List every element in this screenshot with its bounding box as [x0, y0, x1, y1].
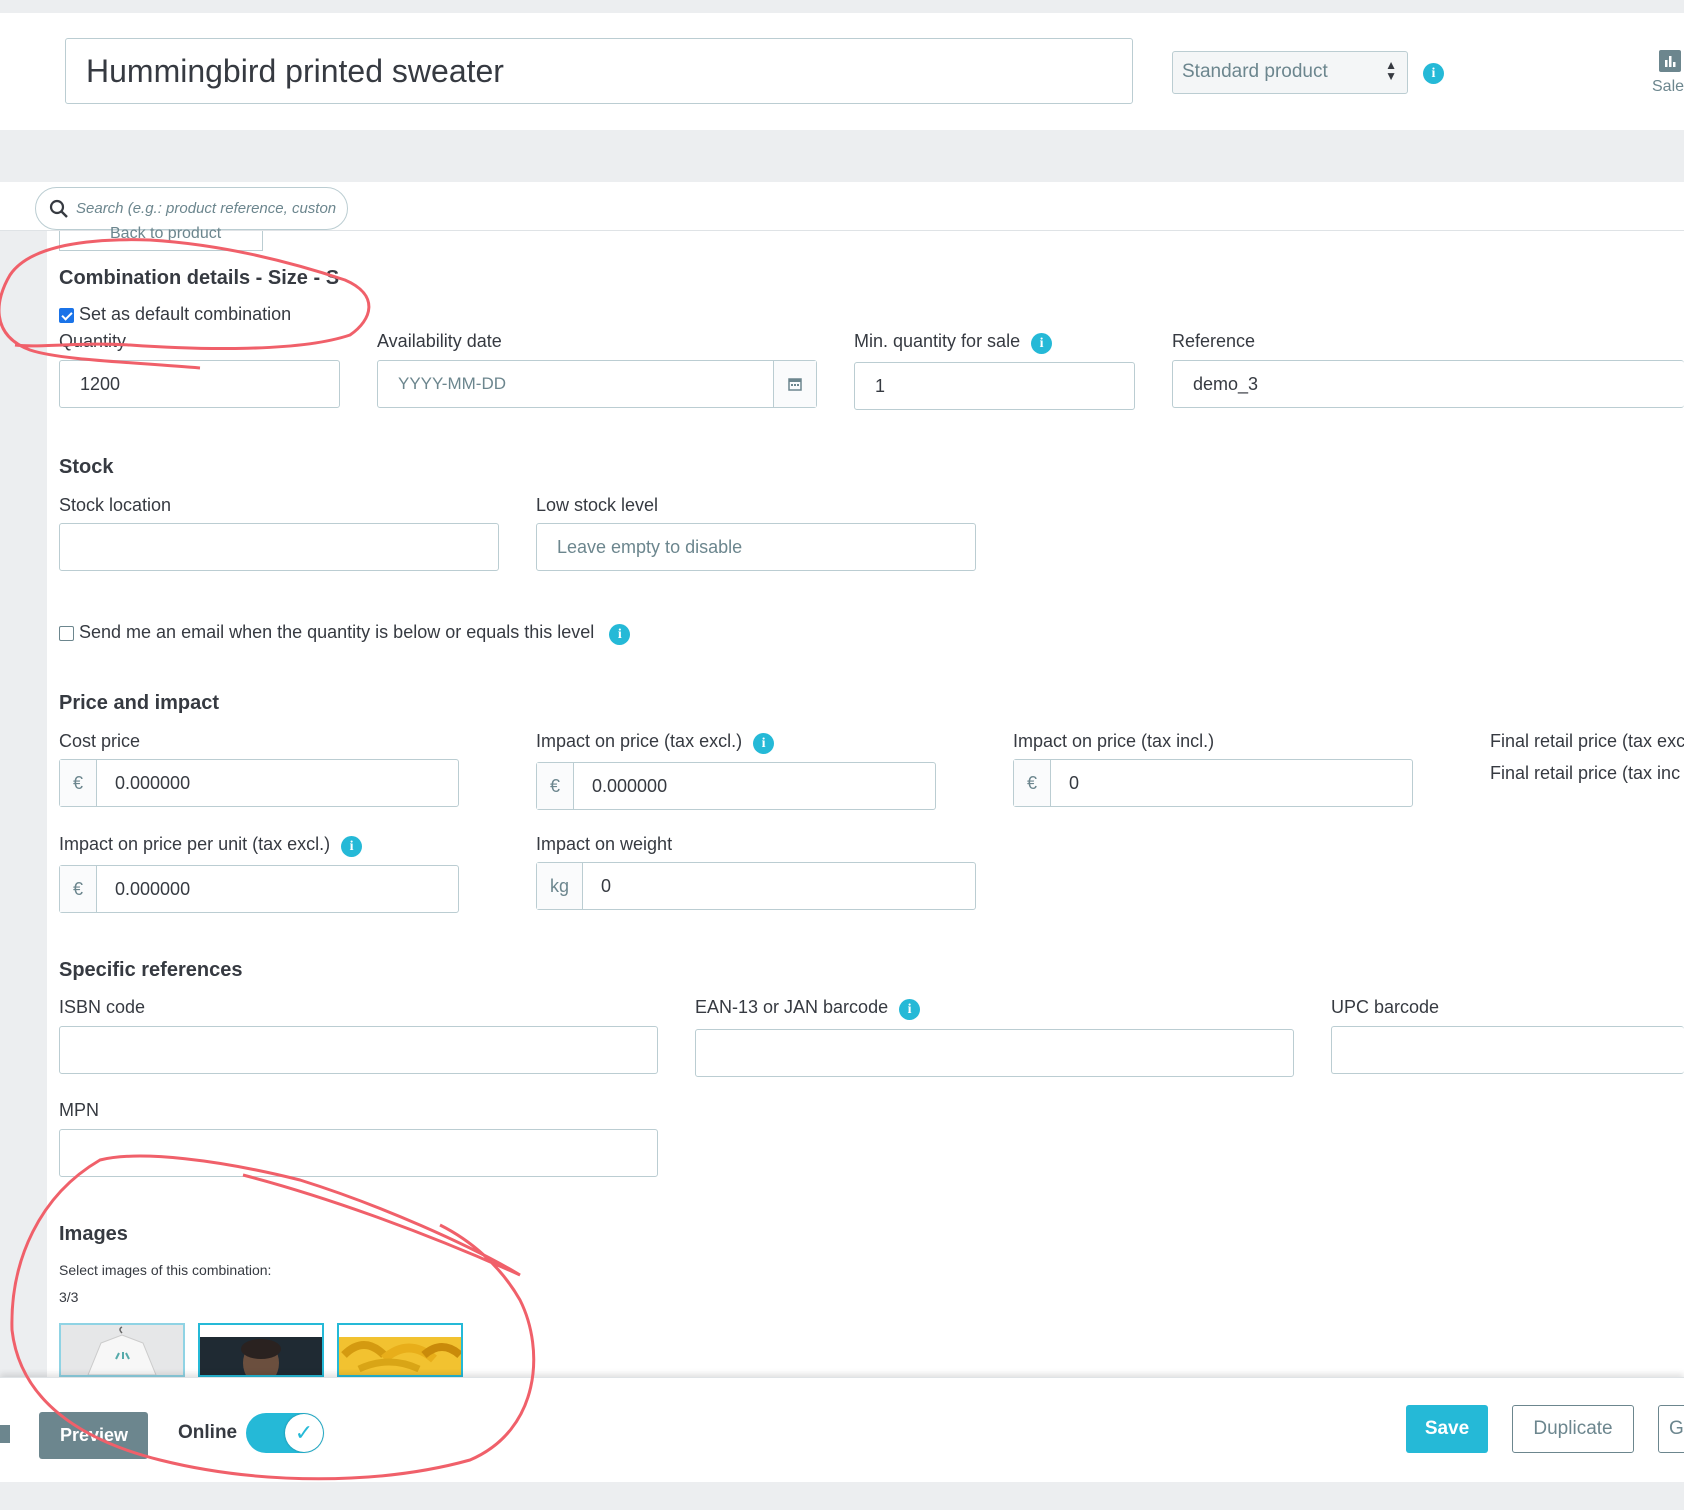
mpn-input[interactable]	[59, 1129, 658, 1177]
upc-label: UPC barcode	[1331, 997, 1440, 1017]
checkbox-unchecked-icon[interactable]	[59, 625, 74, 641]
low-stock-input[interactable]: Leave empty to disable	[536, 523, 976, 571]
min-quantity-label-text: Min. quantity for sale	[854, 331, 1021, 351]
product-type-select[interactable]: Standard product ▲ ▼	[1172, 51, 1408, 94]
info-icon[interactable]: i	[1423, 63, 1444, 84]
reference-input[interactable]: demo_3	[1172, 360, 1684, 408]
low-stock-email-label: Send me an email when the quantity is be…	[79, 622, 595, 642]
info-icon[interactable]: i	[899, 999, 921, 1020]
availability-date-label: Availability date	[377, 331, 502, 351]
weight-impact-input[interactable]: kg 0	[536, 862, 976, 910]
image-thumbnail-portrait[interactable]	[198, 1323, 324, 1377]
specific-references-title: Specific references	[59, 959, 243, 981]
quantity-label: Quantity	[59, 331, 127, 351]
left-gutter	[0, 231, 47, 1377]
availability-date-placeholder: YYYY-MM-DD	[398, 374, 506, 393]
cost-price-label: Cost price	[59, 731, 141, 751]
duplicate-button[interactable]: Duplicate	[1512, 1405, 1634, 1453]
go-to-catalog-button[interactable]: G	[1658, 1405, 1684, 1453]
upc-input[interactable]	[1331, 1026, 1684, 1074]
quantity-input[interactable]: 1200	[59, 360, 340, 408]
select-arrows-icon: ▲ ▼	[1385, 58, 1397, 83]
ean-input[interactable]	[695, 1029, 1294, 1077]
impact-excl-input[interactable]: € 0.000000	[536, 762, 936, 810]
sales-label[interactable]: Sales	[1652, 78, 1684, 96]
default-combination-label: Set as default combination	[79, 304, 292, 324]
reference-label: Reference	[1172, 331, 1256, 351]
unit-price-label: Impact on price per unit (tax excl.) i	[59, 834, 363, 857]
stock-location-input[interactable]	[59, 523, 499, 571]
currency-addon: €	[537, 763, 574, 809]
checkbox-checked-icon[interactable]	[59, 307, 74, 323]
images-title: Images	[59, 1223, 128, 1245]
availability-date-input[interactable]: YYYY-MM-DD	[377, 360, 817, 408]
weight-impact-label: Impact on weight	[536, 834, 673, 854]
default-combination-checkbox[interactable]: Set as default combination	[59, 304, 291, 325]
trash-icon[interactable]	[0, 1425, 10, 1443]
impact-excl-value: 0.000000	[592, 776, 668, 796]
portrait-image	[200, 1325, 322, 1375]
search-icon	[49, 199, 68, 218]
isbn-label: ISBN code	[59, 997, 146, 1017]
sweater-image	[87, 1326, 157, 1375]
info-icon[interactable]: i	[341, 836, 363, 857]
currency-addon: €	[60, 866, 97, 912]
info-icon[interactable]: i	[753, 733, 775, 754]
cost-price-value: 0.000000	[115, 773, 191, 793]
unit-price-value: 0.000000	[115, 879, 191, 899]
low-stock-label: Low stock level	[536, 495, 659, 515]
product-name-input[interactable]: Hummingbird printed sweater	[65, 38, 1133, 104]
low-stock-email-checkbox[interactable]: Send me an email when the quantity is be…	[59, 622, 631, 645]
save-button[interactable]: Save	[1406, 1405, 1488, 1453]
online-toggle[interactable]: ✓	[246, 1413, 324, 1453]
unit-price-input[interactable]: € 0.000000	[59, 865, 459, 913]
combination-title: Combination details - Size - S	[59, 267, 340, 289]
currency-addon: €	[1014, 760, 1051, 806]
bananas-image	[339, 1325, 461, 1373]
isbn-input[interactable]	[59, 1026, 658, 1074]
ean-label: EAN-13 or JAN barcode i	[695, 997, 921, 1020]
final-price-incl-label: Final retail price (tax inc	[1490, 763, 1681, 783]
page-bottom	[0, 1482, 1684, 1510]
mpn-label: MPN	[59, 1100, 99, 1120]
cost-price-input[interactable]: € 0.000000	[59, 759, 459, 807]
min-quantity-label: Min. quantity for sale i	[854, 331, 1053, 354]
min-quantity-input[interactable]: 1	[854, 362, 1135, 410]
ean-label-text: EAN-13 or JAN barcode	[695, 997, 889, 1017]
product-type-value: Standard product	[1182, 61, 1328, 82]
calendar-icon[interactable]	[773, 361, 816, 407]
final-price-excl-label: Final retail price (tax exc	[1490, 731, 1684, 751]
unit-price-label-text: Impact on price per unit (tax excl.)	[59, 834, 331, 854]
currency-addon: €	[60, 760, 97, 806]
sales-chart-icon[interactable]	[1659, 50, 1681, 72]
back-button-label: Back to product	[110, 225, 222, 242]
info-icon[interactable]: i	[609, 624, 631, 645]
preview-button[interactable]: Preview	[39, 1412, 148, 1459]
impact-incl-value: 0	[1069, 773, 1080, 793]
image-thumbnail-sweater[interactable]	[59, 1323, 185, 1377]
impact-incl-label: Impact on price (tax incl.)	[1013, 731, 1215, 751]
check-icon: ✓	[285, 1414, 323, 1452]
back-to-product-button[interactable]: Back to product	[59, 225, 263, 251]
online-label: Online	[178, 1422, 238, 1443]
stock-title: Stock	[59, 456, 114, 478]
image-thumbnail-bananas[interactable]	[337, 1323, 463, 1377]
price-impact-title: Price and impact	[59, 692, 220, 714]
weight-impact-value: 0	[601, 876, 612, 896]
images-subtitle: Select images of this combination:	[59, 1262, 272, 1278]
stock-location-label: Stock location	[59, 495, 172, 515]
impact-excl-label: Impact on price (tax excl.) i	[536, 731, 775, 754]
info-icon[interactable]: i	[1031, 333, 1053, 354]
impact-excl-label-text: Impact on price (tax excl.)	[536, 731, 743, 751]
impact-incl-input[interactable]: € 0	[1013, 759, 1413, 807]
images-count: 3/3	[59, 1289, 79, 1305]
weight-unit-addon: kg	[537, 863, 583, 909]
search-input[interactable]: Search (e.g.: product reference, custon	[35, 187, 348, 230]
search-placeholder: Search (e.g.: product reference, custon	[76, 200, 337, 217]
